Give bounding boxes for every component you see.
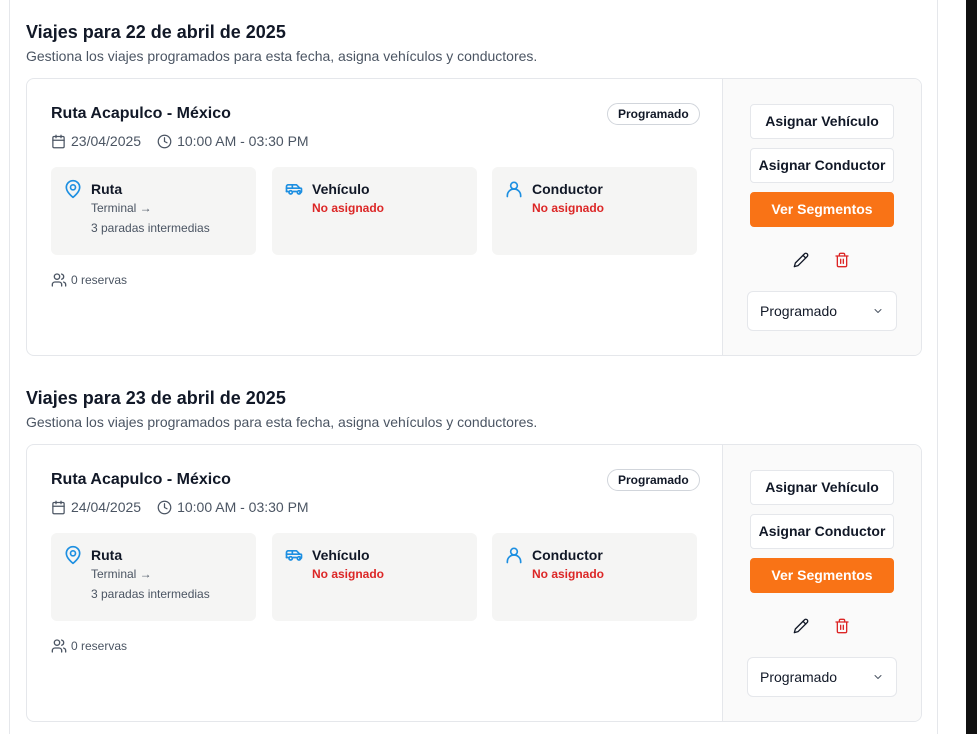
map-pin-icon bbox=[65, 179, 81, 199]
trip-card: Ruta Acapulco - México Programado 23/04/… bbox=[26, 78, 922, 356]
bus-icon bbox=[285, 550, 303, 561]
trip-time: 10:00 AM - 03:30 PM bbox=[177, 133, 309, 149]
trip-schedule: 24/04/2025 10:00 AM - 03:30 PM bbox=[51, 498, 309, 516]
trip-card-main: Ruta Acapulco - México Programado 24/04/… bbox=[27, 445, 722, 721]
vehicle-info-box: Vehículo No asignado bbox=[272, 533, 477, 621]
assign-vehicle-button[interactable]: Asignar Vehículo bbox=[750, 104, 894, 139]
user-icon bbox=[506, 547, 522, 564]
route-info-box: Ruta Terminal → 3 paradas intermedias bbox=[51, 533, 256, 621]
driver-value: No asignado bbox=[532, 201, 605, 215]
clock-icon bbox=[157, 500, 172, 514]
assign-driver-button[interactable]: Asignar Conductor bbox=[750, 148, 894, 183]
trip-actions: Asignar Vehículo Asignar Conductor Ver S… bbox=[722, 445, 921, 721]
reservations-count: 0 reservas bbox=[51, 638, 127, 654]
vehicle-value: No asignado bbox=[312, 201, 385, 215]
user-icon bbox=[506, 181, 522, 198]
trash-icon bbox=[835, 252, 849, 268]
route-name: Ruta Acapulco - México bbox=[51, 105, 231, 122]
chevron-down-icon bbox=[874, 675, 882, 679]
group-title: Viajes para 23 de abril de 2025 bbox=[26, 388, 286, 408]
trips-panel: Viajes para 22 de abril de 2025 Gestiona… bbox=[9, 0, 938, 734]
route-label: Ruta bbox=[91, 181, 123, 197]
trip-card-main: Ruta Acapulco - México Programado 23/04/… bbox=[27, 79, 722, 355]
route-name: Ruta Acapulco - México bbox=[51, 471, 231, 488]
trip-group-apr-22: Viajes para 22 de abril de 2025 Gestiona… bbox=[26, 20, 922, 356]
delete-button[interactable] bbox=[831, 615, 853, 637]
trip-date: 24/04/2025 bbox=[71, 499, 142, 515]
map-pin-icon bbox=[65, 545, 81, 565]
assign-driver-button[interactable]: Asignar Conductor bbox=[750, 514, 894, 549]
trip-card: Ruta Acapulco - México Programado 24/04/… bbox=[26, 444, 922, 722]
bus-icon bbox=[285, 184, 303, 195]
view-segments-button[interactable]: Ver Segmentos bbox=[750, 558, 894, 593]
pencil-icon bbox=[793, 618, 809, 634]
pencil-icon bbox=[793, 252, 809, 268]
clock-icon bbox=[157, 134, 172, 148]
driver-info-box: Conductor No asignado bbox=[492, 533, 697, 621]
calendar-icon bbox=[52, 134, 65, 148]
trip-group-apr-23: Viajes para 23 de abril de 2025 Gestiona… bbox=[26, 386, 922, 722]
group-subtitle: Gestiona los viajes programados para est… bbox=[26, 48, 538, 64]
status-badge: Programado bbox=[607, 103, 700, 125]
vehicle-value: No asignado bbox=[312, 567, 385, 581]
vehicle-label: Vehículo bbox=[312, 181, 370, 197]
vehicle-info-box: Vehículo No asignado bbox=[272, 167, 477, 255]
status-select-value: Programado bbox=[760, 303, 838, 319]
trip-time: 10:00 AM - 03:30 PM bbox=[177, 499, 309, 515]
chevron-down-icon bbox=[874, 309, 882, 313]
status-select[interactable]: Programado bbox=[747, 657, 897, 697]
window-edge bbox=[966, 0, 977, 734]
route-stops: 3 paradas intermedias bbox=[91, 587, 210, 601]
driver-value: No asignado bbox=[532, 567, 605, 581]
assign-vehicle-button[interactable]: Asignar Vehículo bbox=[750, 470, 894, 505]
route-value: Terminal → bbox=[91, 567, 152, 581]
driver-info-box: Conductor No asignado bbox=[492, 167, 697, 255]
driver-label: Conductor bbox=[532, 547, 603, 563]
users-icon bbox=[51, 639, 67, 653]
driver-label: Conductor bbox=[532, 181, 603, 197]
reservations-count: 0 reservas bbox=[51, 272, 127, 288]
edit-button[interactable] bbox=[790, 249, 812, 271]
trash-icon bbox=[835, 618, 849, 634]
status-badge: Programado bbox=[607, 469, 700, 491]
route-stops: 3 paradas intermedias bbox=[91, 221, 210, 235]
trip-schedule: 23/04/2025 10:00 AM - 03:30 PM bbox=[51, 132, 309, 150]
group-subtitle: Gestiona los viajes programados para est… bbox=[26, 414, 538, 430]
trip-date: 23/04/2025 bbox=[71, 133, 142, 149]
route-info-box: Ruta Terminal → 3 paradas intermedias bbox=[51, 167, 256, 255]
edit-button[interactable] bbox=[790, 615, 812, 637]
route-value: Terminal → bbox=[91, 201, 152, 215]
trip-actions: Asignar Vehículo Asignar Conductor Ver S… bbox=[722, 79, 921, 355]
group-title: Viajes para 22 de abril de 2025 bbox=[26, 22, 286, 42]
route-label: Ruta bbox=[91, 547, 123, 563]
calendar-icon bbox=[52, 500, 65, 514]
reservations-label: 0 reservas bbox=[71, 273, 128, 287]
vehicle-label: Vehículo bbox=[312, 547, 370, 563]
status-select[interactable]: Programado bbox=[747, 291, 897, 331]
delete-button[interactable] bbox=[831, 249, 853, 271]
reservations-label: 0 reservas bbox=[71, 639, 128, 653]
view-segments-button[interactable]: Ver Segmentos bbox=[750, 192, 894, 227]
status-select-value: Programado bbox=[760, 669, 838, 685]
users-icon bbox=[51, 273, 67, 287]
